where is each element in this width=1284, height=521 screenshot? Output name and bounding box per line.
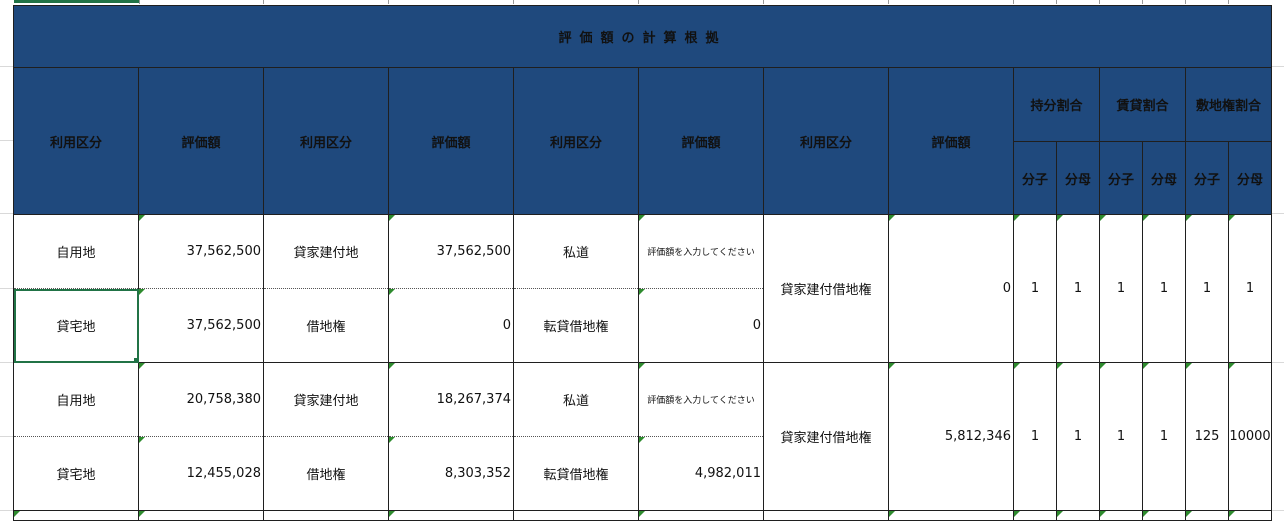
cell-use-type[interactable]: 私道	[513, 362, 639, 437]
header-use-type-3[interactable]: 利用区分	[513, 67, 639, 215]
cell-valuation[interactable]: 4,982,011	[638, 436, 764, 511]
gridline	[1271, 362, 1284, 363]
header-land-right-ratio[interactable]: 敷地権割合	[1185, 67, 1272, 142]
header-numerator[interactable]: 分子	[1013, 141, 1057, 215]
cell-valuation[interactable]: 12,455,028	[138, 436, 264, 511]
cell-land-denominator[interactable]: 10000	[1228, 362, 1272, 511]
gridline	[0, 288, 13, 289]
gridline	[1271, 66, 1284, 67]
gridline	[1271, 213, 1284, 214]
cell-use-type[interactable]: 自用地	[13, 362, 139, 437]
cell-use-type-selected[interactable]: 貸宅地	[13, 288, 139, 363]
cell-empty[interactable]	[1228, 510, 1272, 521]
cell-use-type[interactable]: 転貸借地権	[513, 436, 639, 511]
valuation-table: 評価額の計算根拠 利用区分 評価額 利用区分 評価額 利用区分 評価額 利用区分…	[13, 5, 1272, 521]
cell-empty[interactable]	[1099, 510, 1143, 521]
gridline	[0, 510, 13, 511]
cell-land-numerator[interactable]: 1	[1185, 214, 1229, 363]
header-valuation-3[interactable]: 評価額	[638, 67, 764, 215]
cell-valuation[interactable]: 0	[638, 288, 764, 363]
gridline	[0, 213, 13, 214]
header-denominator[interactable]: 分母	[1142, 141, 1186, 215]
cell-empty[interactable]	[638, 510, 764, 521]
header-denominator[interactable]: 分母	[1056, 141, 1100, 215]
cell-use-type[interactable]: 転貸借地権	[513, 288, 639, 363]
cell-share-numerator[interactable]: 1	[1013, 214, 1057, 363]
cell-empty[interactable]	[1142, 510, 1186, 521]
cell-use-type[interactable]: 借地権	[263, 288, 389, 363]
header-numerator[interactable]: 分子	[1099, 141, 1143, 215]
cell-land-denominator[interactable]: 1	[1228, 214, 1272, 363]
cell-share-denominator[interactable]: 1	[1056, 214, 1100, 363]
header-valuation-2[interactable]: 評価額	[388, 67, 514, 215]
gridline	[1271, 510, 1284, 511]
header-valuation-4[interactable]: 評価額	[888, 67, 1014, 215]
cell-valuation[interactable]: 37,562,500	[138, 288, 264, 363]
cell-valuation[interactable]: 18,267,374	[388, 362, 514, 437]
cell-valuation-prompt[interactable]: 評価額を入力してください	[638, 214, 764, 289]
gridline	[0, 66, 13, 67]
cell-lease-numerator[interactable]: 1	[1099, 214, 1143, 363]
header-use-type-4[interactable]: 利用区分	[763, 67, 889, 215]
cell-lease-numerator[interactable]: 1	[1099, 362, 1143, 511]
column-header-strip	[0, 0, 1284, 4]
header-valuation-1[interactable]: 評価額	[138, 67, 264, 215]
cell-valuation[interactable]: 37,562,500	[388, 214, 514, 289]
cell-share-denominator[interactable]: 1	[1056, 362, 1100, 511]
sheet-title[interactable]: 評価額の計算根拠	[13, 5, 1272, 68]
cell-use-type[interactable]: 貸宅地	[13, 436, 139, 511]
cell-valuation[interactable]: 8,303,352	[388, 436, 514, 511]
cell-empty[interactable]	[1056, 510, 1100, 521]
selected-column-indicator	[14, 0, 139, 3]
cell-share-numerator[interactable]: 1	[1013, 362, 1057, 511]
gridline	[0, 436, 13, 437]
header-numerator[interactable]: 分子	[1185, 141, 1229, 215]
cell-land-numerator[interactable]: 125	[1185, 362, 1229, 511]
gridline	[0, 140, 13, 141]
header-use-type-1[interactable]: 利用区分	[13, 67, 139, 215]
cell-empty[interactable]	[763, 510, 889, 521]
header-denominator[interactable]: 分母	[1228, 141, 1272, 215]
cell-use-type[interactable]: 自用地	[13, 214, 139, 289]
cell-use-type[interactable]: 貸家建付地	[263, 362, 389, 437]
cell-valuation[interactable]: 0	[388, 288, 514, 363]
cell-valuation[interactable]: 20,758,380	[138, 362, 264, 437]
cell-use-type[interactable]: 貸家建付借地権	[763, 362, 889, 511]
cell-valuation[interactable]: 0	[888, 214, 1014, 363]
cell-use-type[interactable]: 貸家建付借地権	[763, 214, 889, 363]
cell-empty[interactable]	[263, 510, 389, 521]
cell-valuation[interactable]: 5,812,346	[888, 362, 1014, 511]
cell-empty[interactable]	[513, 510, 639, 521]
cell-empty[interactable]	[13, 510, 139, 521]
cell-empty[interactable]	[138, 510, 264, 521]
cell-empty[interactable]	[888, 510, 1014, 521]
cell-use-type[interactable]: 私道	[513, 214, 639, 289]
cell-empty[interactable]	[1185, 510, 1229, 521]
cell-empty[interactable]	[388, 510, 514, 521]
cell-valuation-prompt[interactable]: 評価額を入力してください	[638, 362, 764, 437]
header-lease-ratio[interactable]: 賃貸割合	[1099, 67, 1186, 142]
header-ownership-share[interactable]: 持分割合	[1013, 67, 1100, 142]
gridline	[0, 362, 13, 363]
cell-lease-denominator[interactable]: 1	[1142, 362, 1186, 511]
cell-use-type[interactable]: 借地権	[263, 436, 389, 511]
cell-use-type[interactable]: 貸家建付地	[263, 214, 389, 289]
cell-empty[interactable]	[1013, 510, 1057, 521]
header-use-type-2[interactable]: 利用区分	[263, 67, 389, 215]
cell-lease-denominator[interactable]: 1	[1142, 214, 1186, 363]
cell-valuation[interactable]: 37,562,500	[138, 214, 264, 289]
